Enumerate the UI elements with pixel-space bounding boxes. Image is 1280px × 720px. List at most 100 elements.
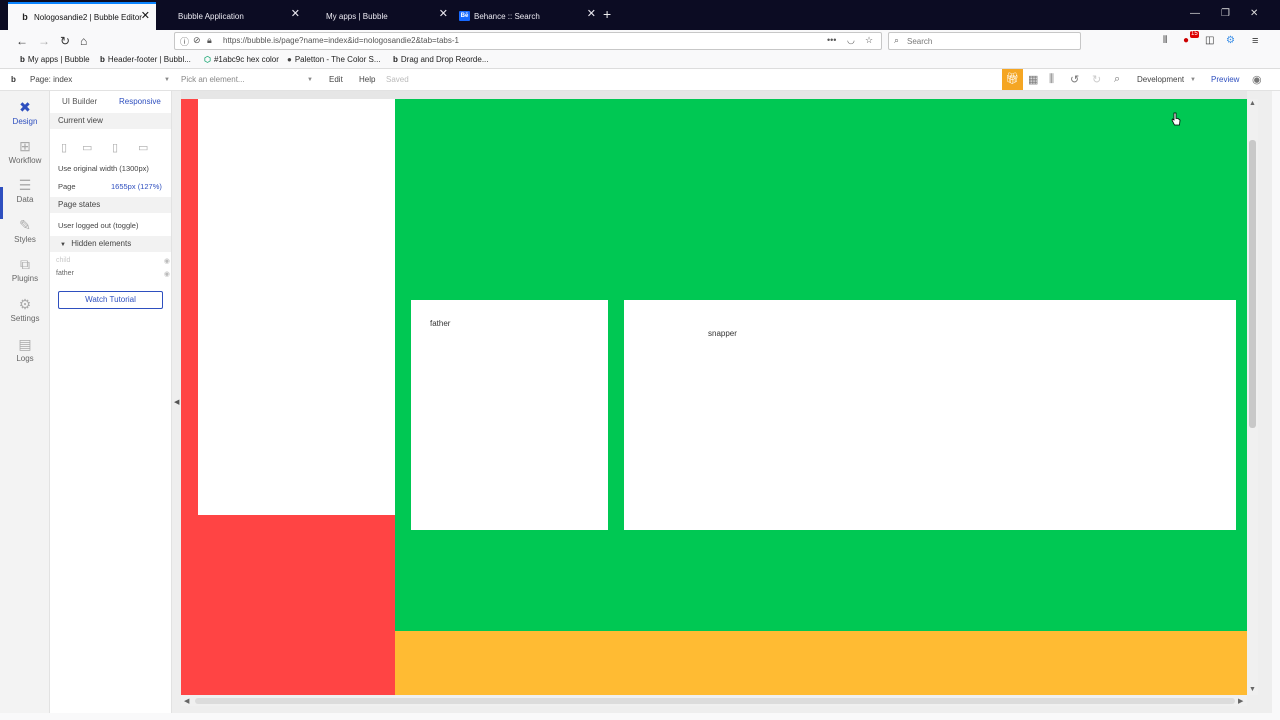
preview-button[interactable]: Preview xyxy=(1211,75,1239,84)
lock-icon[interactable]: 🔒︎ xyxy=(207,35,212,46)
chevron-down-icon[interactable]: ▼ xyxy=(1190,77,1196,83)
rail-item-design[interactable]: ✖ Design xyxy=(0,99,50,126)
laptop-icon[interactable]: ▭ xyxy=(138,141,148,154)
sidebar-icon[interactable]: ◫ xyxy=(1205,34,1214,48)
bookmark-label: Paletton - The Color S... xyxy=(294,55,381,64)
bookmark-drag-drop[interactable]: b Drag and Drop Reorde... xyxy=(393,55,489,64)
mobile-landscape-icon[interactable]: ▭ xyxy=(82,141,92,154)
chevron-down-icon[interactable]: ▼ xyxy=(307,77,313,83)
search-input[interactable]: Search xyxy=(907,37,932,46)
bubble-icon: b xyxy=(100,55,105,64)
pocket-icon[interactable]: ◡ xyxy=(847,35,855,46)
scroll-right-icon[interactable]: ▶ xyxy=(1238,697,1243,705)
bookmark-paletton[interactable]: ● Paletton - The Color S... xyxy=(287,55,381,64)
element-picker[interactable]: Pick an element... xyxy=(181,75,245,84)
hidden-elements-header[interactable]: ▼ Hidden elements xyxy=(50,236,171,252)
url-text[interactable]: https://bubble.is/page?name=index&id=nol… xyxy=(223,36,459,45)
white-sidebar-group[interactable] xyxy=(198,99,395,515)
tab-my-apps[interactable]: My apps | Bubble ✕ xyxy=(314,2,454,30)
snapper-label: snapper xyxy=(708,329,737,338)
tab-behance[interactable]: Bē Behance :: Search ✕ xyxy=(456,2,602,30)
use-original-width[interactable]: Use original width (1300px) xyxy=(58,164,149,173)
tracking-shield-icon[interactable]: ⊘ xyxy=(193,35,201,46)
page-actions-icon[interactable]: ••• xyxy=(827,35,836,45)
zoom-icon[interactable]: ⌕ xyxy=(1114,73,1120,86)
environment-selector[interactable]: Development xyxy=(1137,75,1184,84)
horizontal-scroll-thumb[interactable] xyxy=(195,698,1235,704)
bookmark-label: #1abc9c hex color xyxy=(213,55,279,64)
restore-icon[interactable]: ❐ xyxy=(1221,9,1230,19)
responsive-panel: UI Builder Responsive Current view ▯ ▭ ▯… xyxy=(50,91,172,713)
page-width-value[interactable]: 1655px (127%) xyxy=(111,182,162,191)
snapper-group[interactable]: snapper xyxy=(624,300,1236,530)
hidden-item-child[interactable]: child ◉ xyxy=(56,257,170,265)
scroll-up-icon[interactable]: ▲ xyxy=(1249,100,1256,107)
styles-icon: ✎ xyxy=(19,217,31,233)
editor-tab-rail: ✖ Design ⊞ Workflow ☰ Data ✎ Styles ⧉ Pl… xyxy=(0,91,50,713)
back-icon[interactable]: ← xyxy=(16,34,28,48)
tab-title: My apps | Bubble xyxy=(326,11,388,21)
orange-group[interactable] xyxy=(395,631,1247,695)
caret-down-icon: ▼ xyxy=(60,242,66,248)
scroll-left-icon[interactable]: ◀ xyxy=(184,697,189,705)
bookmark-star-icon[interactable]: ☆ xyxy=(865,35,873,46)
bookmark-header-footer[interactable]: b Header-footer | Bubbl... xyxy=(100,55,191,64)
close-icon[interactable]: ✕ xyxy=(587,9,596,20)
current-view-header: Current view xyxy=(50,113,171,129)
page-selector[interactable]: Page: index xyxy=(30,75,72,84)
rail-item-settings[interactable]: ⚙ Settings xyxy=(0,296,50,323)
redo-icon[interactable]: ↻ xyxy=(1092,73,1101,86)
eye-icon[interactable]: ◉ xyxy=(164,257,170,265)
father-group[interactable]: father xyxy=(411,300,608,530)
user-logged-out-toggle[interactable]: User logged out (toggle) xyxy=(58,221,138,230)
rail-item-data[interactable]: ☰ Data xyxy=(0,177,50,204)
tablet-icon[interactable]: ▯ xyxy=(112,141,118,154)
rail-label: Data xyxy=(16,195,34,204)
account-icon[interactable]: ◉ xyxy=(1252,73,1262,86)
close-icon[interactable]: ✕ xyxy=(439,9,448,20)
reload-icon[interactable]: ↻ xyxy=(60,34,70,48)
grid-icon[interactable]: ▦ xyxy=(1028,73,1038,86)
forward-icon[interactable]: → xyxy=(38,34,50,48)
tab-bubble-editor[interactable]: b Nologosandie2 | Bubble Editor ✕ xyxy=(8,2,156,30)
rail-item-workflow[interactable]: ⊞ Workflow xyxy=(0,138,50,165)
collapse-panel-icon[interactable]: ◀ xyxy=(174,398,179,406)
scroll-down-icon[interactable]: ▼ xyxy=(1249,686,1256,693)
close-icon[interactable]: ✕ xyxy=(141,11,150,22)
new-tab-button[interactable]: + xyxy=(603,7,611,21)
tab-responsive[interactable]: Responsive xyxy=(119,97,161,106)
tab-title: Nologosandie2 | Bubble Editor xyxy=(34,12,142,22)
rail-item-styles[interactable]: ✎ Styles xyxy=(0,217,50,244)
home-icon[interactable]: ⌂ xyxy=(80,34,87,48)
help-menu[interactable]: Help xyxy=(359,75,375,84)
bubble-icon: b xyxy=(22,12,28,22)
design-icon: ✖ xyxy=(19,99,31,115)
mobile-icon[interactable]: ▯ xyxy=(61,141,67,154)
eye-icon[interactable]: ◉ xyxy=(164,270,170,278)
bookmark-hex-color[interactable]: ⬡ #1abc9c hex color xyxy=(204,55,279,64)
undo-icon[interactable]: ↺ xyxy=(1070,73,1079,86)
minimize-icon[interactable]: — xyxy=(1190,9,1200,19)
rail-label: Styles xyxy=(14,235,36,244)
close-icon[interactable]: ✕ xyxy=(291,9,300,20)
watch-tutorial-button[interactable]: Watch Tutorial xyxy=(58,291,163,309)
extension-icon[interactable]: ● xyxy=(1183,34,1189,48)
library-icon[interactable]: ⫴ xyxy=(1163,34,1167,48)
menu-icon[interactable]: ≡ xyxy=(1252,34,1258,48)
gift-icon[interactable]: 🎁︎ xyxy=(1002,69,1023,90)
info-icon[interactable]: ⓘ xyxy=(180,35,189,48)
rail-item-plugins[interactable]: ⧉ Plugins xyxy=(0,256,50,283)
columns-icon[interactable]: ⫼ xyxy=(1049,73,1054,86)
vertical-scroll-thumb[interactable] xyxy=(1249,140,1256,428)
tab-bubble-application[interactable]: Bubble Application ✕ xyxy=(166,2,306,30)
address-bar[interactable]: ⓘ ⊘ 🔒︎ https://bubble.is/page?name=index… xyxy=(174,32,882,50)
hidden-item-father[interactable]: father ◉ xyxy=(56,270,170,278)
tab-ui-builder[interactable]: UI Builder xyxy=(62,97,97,106)
search-bar[interactable]: ⌕ Search xyxy=(888,32,1081,50)
edit-menu[interactable]: Edit xyxy=(329,75,343,84)
rail-item-logs[interactable]: ▤ Logs xyxy=(0,336,50,363)
extension-settings-icon[interactable]: ⚙ xyxy=(1226,34,1235,48)
window-close-icon[interactable]: ✕ xyxy=(1250,9,1258,19)
chevron-down-icon[interactable]: ▼ xyxy=(164,77,170,83)
bookmark-my-apps[interactable]: b My apps | Bubble xyxy=(20,55,90,64)
